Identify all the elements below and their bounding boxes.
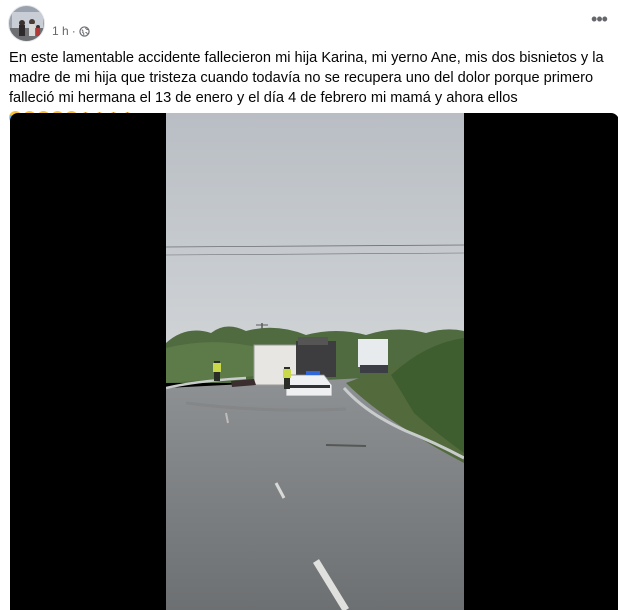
post-message: En este lamentable accidente fallecieron…	[9, 50, 604, 106]
meta-separator: ·	[71, 24, 76, 38]
globe-icon[interactable]	[79, 25, 90, 37]
avatar-photo-icon	[9, 6, 44, 41]
more-options-icon[interactable]: •••	[586, 10, 612, 34]
post-header: 1 h · •••	[0, 0, 618, 42]
accident-scene-image	[166, 113, 464, 610]
video-player[interactable]	[10, 113, 618, 610]
post-meta: 1 h ·	[52, 24, 90, 38]
avatar[interactable]	[8, 5, 45, 42]
post-time[interactable]: 1 h	[52, 24, 69, 38]
